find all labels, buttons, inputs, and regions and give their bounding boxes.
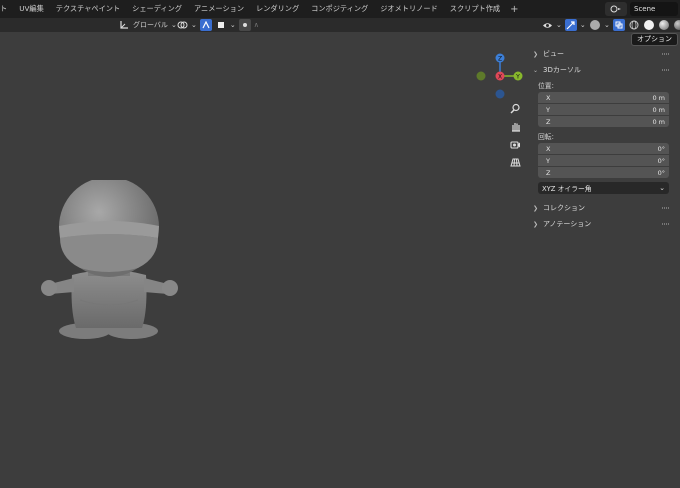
location-y-field[interactable]: Y 0 m <box>538 104 669 115</box>
workspace-tab-texture-paint[interactable]: テクスチャペイント <box>50 0 126 18</box>
gizmo-neg-z-handle[interactable] <box>495 89 505 99</box>
view-panel-title: ビュー <box>543 50 564 58</box>
character-mesh[interactable] <box>30 180 190 350</box>
snap-target-icon[interactable] <box>215 19 227 31</box>
workspace-tab-layout[interactable]: ト <box>0 0 13 18</box>
chevron-down-icon: ⌄ <box>191 21 197 29</box>
gizmo-icon[interactable] <box>564 19 577 31</box>
drag-handle-icon[interactable] <box>662 53 669 55</box>
chevron-right-icon: ❯ <box>533 204 539 212</box>
viewport-header: グローバル ⌄ ⌄ ⌄ ∧ ⌄ ⌄ ⌄ <box>0 18 680 32</box>
xray-icon[interactable] <box>612 19 625 31</box>
field-value: 0 m <box>652 117 665 126</box>
grid-icon <box>509 158 521 166</box>
rotation-mode-value: XYZ オイラー角 <box>542 185 592 193</box>
annotation-panel-title: アノテーション <box>543 220 592 228</box>
navigation-gizmo[interactable]: Z Y X <box>472 50 532 100</box>
field-value: 0° <box>657 144 665 153</box>
chevron-down-icon: ⌄ <box>604 21 610 29</box>
rotation-mode-dropdown[interactable]: XYZ オイラー角 ⌄ <box>538 182 669 194</box>
transform-orientation-dropdown[interactable]: グローバル <box>133 20 168 30</box>
location-x-field[interactable]: X 0 m <box>538 92 669 103</box>
rendered-shading-icon[interactable] <box>673 19 680 31</box>
visibility-icon[interactable] <box>541 19 553 31</box>
collection-panel-header[interactable]: ❯ コレクション <box>533 200 673 216</box>
chevron-down-icon: ⌄ <box>229 21 236 29</box>
rotation-label: 回転: <box>538 133 554 141</box>
axis-label: Y <box>546 156 550 165</box>
axis-label: X <box>546 144 551 153</box>
scene-icon <box>610 5 621 13</box>
sidebar-panel: ❯ ビュー ⌄ 3Dカーソル 位置: X 0 m Y 0 m Z 0 m 回転:… <box>533 46 673 232</box>
gizmo-z-label: Z <box>498 56 502 63</box>
axis-label: Y <box>546 105 550 114</box>
rotation-y-field[interactable]: Y 0° <box>538 155 669 166</box>
3d-cursor-panel-header[interactable]: ⌄ 3Dカーソル <box>533 62 673 78</box>
gizmo-x-label: X <box>498 74 502 81</box>
annotation-panel-header[interactable]: ❯ アノテーション <box>533 216 673 232</box>
proportional-icon[interactable] <box>238 19 251 31</box>
rotation-z-field[interactable]: Z 0° <box>538 167 669 178</box>
gizmo-neg-y-handle[interactable] <box>476 71 486 81</box>
workspace-tab-shading[interactable]: シェーディング <box>126 0 188 18</box>
ortho-toggle-button[interactable] <box>507 154 523 170</box>
material-shading-icon[interactable] <box>658 19 670 31</box>
camera-icon <box>509 140 520 149</box>
collection-panel-title: コレクション <box>543 204 585 212</box>
workspace-tab-geometry-nodes[interactable]: ジオメトリノード <box>374 0 444 18</box>
workspace-tab-bar: ト UV編集 テクスチャペイント シェーディング アニメーション レンダリング … <box>0 0 680 18</box>
axis-label: Z <box>546 168 551 177</box>
workspace-tab-uv-editing[interactable]: UV編集 <box>13 0 50 18</box>
pan-button[interactable] <box>507 118 523 134</box>
workspace-tab-animation[interactable]: アニメーション <box>188 0 250 18</box>
scene-selector-button[interactable] <box>605 2 627 16</box>
falloff-icon: ∧ <box>253 21 259 29</box>
wireframe-shading-icon[interactable] <box>628 19 640 31</box>
chevron-right-icon: ❯ <box>533 220 539 228</box>
field-value: 0° <box>657 156 665 165</box>
drag-handle-icon[interactable] <box>662 69 669 71</box>
camera-view-button[interactable] <box>507 136 523 152</box>
chevron-down-icon: ⌄ <box>556 21 562 29</box>
chevron-down-icon: ⌄ <box>659 184 665 192</box>
workspace-tab-compositing[interactable]: コンポジティング <box>305 0 374 18</box>
snap-icon[interactable] <box>199 19 212 31</box>
zoom-icon <box>509 103 520 114</box>
gizmo-y-label: Y <box>515 74 520 81</box>
overlay-icon[interactable] <box>589 19 601 31</box>
add-workspace-button[interactable]: + <box>506 4 522 15</box>
view-panel-header[interactable]: ❯ ビュー <box>533 46 673 62</box>
rotation-x-field[interactable]: X 0° <box>538 143 669 154</box>
scene-name-field[interactable]: Scene <box>630 2 678 16</box>
axis-label: Z <box>546 117 551 126</box>
location-z-field[interactable]: Z 0 m <box>538 116 669 127</box>
solid-shading-icon[interactable] <box>643 19 655 31</box>
chevron-down-icon: ⌄ <box>533 66 539 74</box>
pivot-icon[interactable] <box>176 19 188 31</box>
chevron-down-icon: ⌄ <box>579 21 586 29</box>
zoom-button[interactable] <box>507 100 523 116</box>
workspace-tab-rendering[interactable]: レンダリング <box>250 0 305 18</box>
chevron-right-icon: ❯ <box>533 50 539 58</box>
drag-handle-icon[interactable] <box>662 207 669 209</box>
options-tooltip: オプション <box>631 33 678 46</box>
3d-cursor-panel-title: 3Dカーソル <box>543 66 581 74</box>
field-value: 0 m <box>652 93 665 102</box>
pan-hand-icon <box>511 122 520 132</box>
location-label: 位置: <box>538 82 554 90</box>
drag-handle-icon[interactable] <box>662 223 669 225</box>
field-value: 0 m <box>652 105 665 114</box>
axis-label: X <box>546 93 551 102</box>
workspace-tab-scripting[interactable]: スクリプト作成 <box>444 0 506 18</box>
transform-orientation-icon[interactable] <box>118 19 130 31</box>
field-value: 0° <box>657 168 665 177</box>
